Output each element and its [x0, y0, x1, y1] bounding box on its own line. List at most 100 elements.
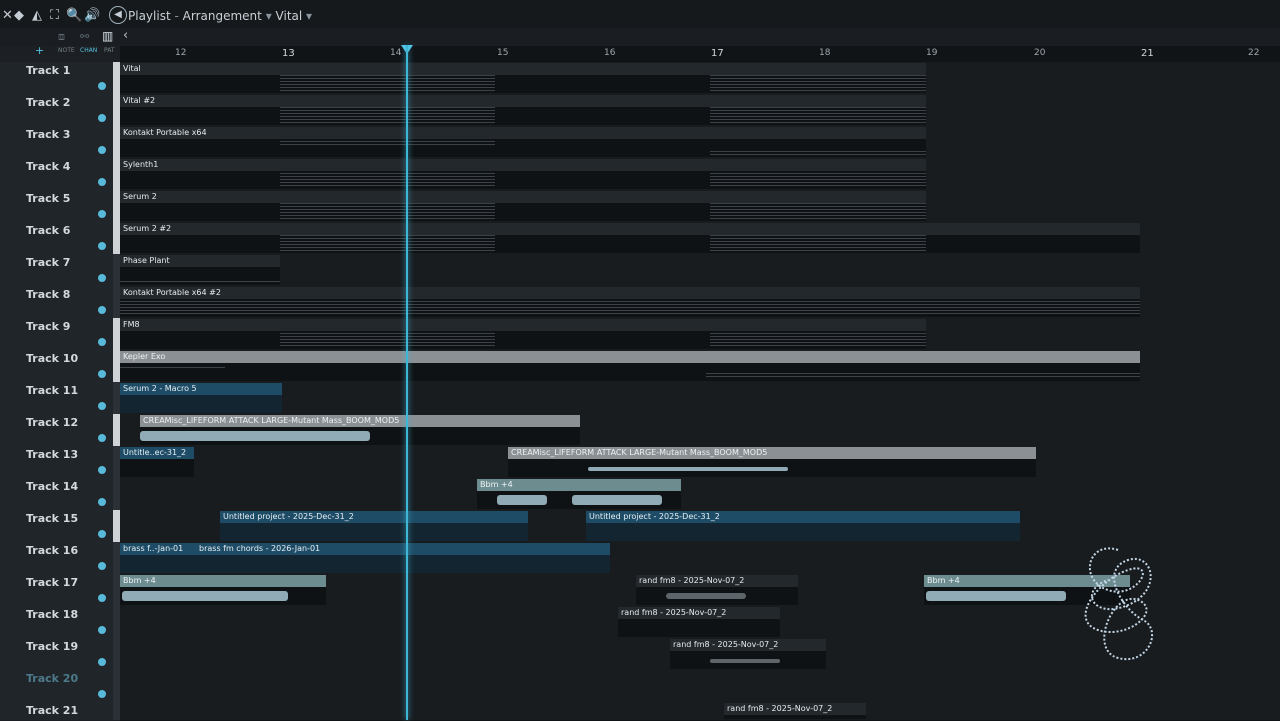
track-grip[interactable]	[113, 382, 120, 414]
track-grip[interactable]	[113, 254, 120, 286]
track-lane[interactable]: Vital #2	[120, 94, 1280, 127]
track-grip[interactable]	[113, 670, 120, 702]
track-lane[interactable]: Serum 2	[120, 190, 1280, 223]
track-mute-led[interactable]	[98, 210, 106, 218]
track-lane[interactable]: Bbm +4	[120, 478, 1280, 511]
audio-clip[interactable]: CREAMisc_LIFEFORM ATTACK LARGE-Mutant Ma…	[140, 415, 580, 445]
automation-clip[interactable]: brass f..-Jan-01	[120, 543, 196, 573]
track-mute-led[interactable]	[98, 562, 106, 570]
track-grip[interactable]	[113, 606, 120, 638]
pattern-clip[interactable]: FM8	[120, 319, 926, 349]
track-grip[interactable]	[113, 574, 120, 606]
track-lane[interactable]: FM8	[120, 318, 1280, 351]
track-grip[interactable]	[113, 62, 120, 94]
audio-clip[interactable]: Untitle..ec-31_2	[120, 447, 194, 477]
track-lane[interactable]: rand fm8 - 2025-Nov-07_2	[120, 702, 1280, 721]
track-lane[interactable]: CREAMisc_LIFEFORM ATTACK LARGE-Mutant Ma…	[120, 414, 1280, 447]
chevron-down-icon[interactable]: ▾	[266, 9, 272, 23]
track-name[interactable]: Track 6	[26, 224, 70, 237]
track-name[interactable]: Track 16	[26, 544, 78, 557]
track-mute-led[interactable]	[98, 338, 106, 346]
detach-icon[interactable]: ◆	[14, 8, 24, 24]
audio-clip[interactable]: rand fm8 - 2025-Nov-07_2	[724, 703, 866, 719]
audio-clip[interactable]: rand fm8 - 2025-Nov-07_2	[636, 575, 798, 605]
track-name[interactable]: Track 14	[26, 480, 78, 493]
pattern-clip[interactable]: Vital #2	[120, 95, 926, 125]
track-mute-led[interactable]	[98, 594, 106, 602]
track-mute-led[interactable]	[98, 434, 106, 442]
close-icon[interactable]: ✕	[2, 8, 13, 24]
track-name[interactable]: Track 12	[26, 416, 78, 429]
track-lane[interactable]: Kontakt Portable x64 #2	[120, 286, 1280, 319]
track-name[interactable]: Track 10	[26, 352, 78, 365]
track-mute-led[interactable]	[98, 402, 106, 410]
audio-clip[interactable]: rand fm8 - 2025-Nov-07_2	[670, 639, 826, 669]
track-grip[interactable]	[113, 222, 120, 254]
audio-clip[interactable]: Bbm +4	[477, 479, 681, 509]
track-mute-led[interactable]	[98, 530, 106, 538]
pattern-clip[interactable]: Sylenth1	[120, 159, 926, 189]
track-lane[interactable]: Kontakt Portable x64	[120, 126, 1280, 159]
track-name[interactable]: Track 5	[26, 192, 70, 205]
audio-clip[interactable]: rand fm8 - 2025-Nov-07_2	[618, 607, 780, 637]
track-grip[interactable]	[113, 94, 120, 126]
track-mute-led[interactable]	[98, 82, 106, 90]
pattern-clip[interactable]: Serum 2 #2	[120, 223, 1140, 253]
track-grip[interactable]	[113, 414, 120, 446]
track-name[interactable]: Track 21	[26, 704, 78, 717]
track-name[interactable]: Track 2	[26, 96, 70, 109]
automation-clip[interactable]: Serum 2 - Macro 5	[120, 383, 282, 413]
track-grip[interactable]	[113, 478, 120, 510]
track-lane[interactable]: Kepler Exo	[120, 350, 1280, 383]
track-grip[interactable]	[113, 286, 120, 318]
track-mute-led[interactable]	[98, 658, 106, 666]
track-lane[interactable]: Sylenth1	[120, 158, 1280, 191]
track-grip[interactable]	[113, 702, 120, 720]
track-name[interactable]: Track 3	[26, 128, 70, 141]
pattern-clip[interactable]: Phase Plant	[120, 255, 280, 285]
pattern-clip[interactable]: Kontakt Portable x64 #2	[120, 287, 1140, 317]
add-track-icon[interactable]: +	[35, 44, 44, 57]
track-grip[interactable]	[113, 318, 120, 350]
track-name[interactable]: Track 18	[26, 608, 78, 621]
audio-clip[interactable]: Bbm +4	[120, 575, 326, 605]
track-grip[interactable]	[113, 638, 120, 670]
title-pattern[interactable]: Vital	[276, 9, 303, 23]
track-mute-led[interactable]	[98, 146, 106, 154]
track-name[interactable]: Track 17	[26, 576, 78, 589]
zoom-icon[interactable]: 🔍	[66, 8, 82, 24]
track-mute-led[interactable]	[98, 370, 106, 378]
arrow-icon[interactable]: ◀	[109, 6, 127, 24]
pattern-clip[interactable]: Kontakt Portable x64	[120, 127, 926, 157]
back-button[interactable]: ‹	[123, 28, 128, 43]
track-mute-led[interactable]	[98, 690, 106, 698]
track-lane[interactable]: Untitle..ec-31_2 CREAMisc_LIFEFORM ATTAC…	[120, 446, 1280, 479]
track-name[interactable]: Track 1	[26, 64, 70, 77]
track-lane[interactable]: Serum 2 - Macro 5	[120, 382, 1280, 415]
window-title[interactable]: Playlist - Arrangement ▾ Vital ▾	[128, 9, 312, 23]
track-grip[interactable]	[113, 350, 120, 382]
piano-icon[interactable]: ▥	[102, 29, 113, 43]
track-mute-led[interactable]	[98, 498, 106, 506]
track-mute-led[interactable]	[98, 306, 106, 314]
link-icon[interactable]: ⚯	[80, 30, 89, 43]
mini-label-chan[interactable]: CHAN	[80, 47, 97, 54]
stamp-icon[interactable]: ⧈	[58, 30, 65, 44]
automation-clip[interactable]: Untitled project - 2025-Dec-31_2	[220, 511, 528, 541]
track-name[interactable]: Track 9	[26, 320, 70, 333]
track-grip[interactable]	[113, 190, 120, 222]
pattern-clip[interactable]: Vital	[120, 63, 926, 93]
snap-icon[interactable]: ◭	[32, 8, 42, 24]
pattern-clip[interactable]: Serum 2	[120, 191, 926, 221]
track-mute-led[interactable]	[98, 466, 106, 474]
speaker-icon[interactable]: 🔊	[84, 8, 100, 24]
mini-label-pat[interactable]: PAT	[104, 47, 115, 54]
pattern-clip[interactable]: Kepler Exo	[120, 351, 1140, 381]
track-name[interactable]: Track 8	[26, 288, 70, 301]
track-name[interactable]: Track 19	[26, 640, 78, 653]
track-grip[interactable]	[113, 126, 120, 158]
track-name[interactable]: Track 20	[26, 672, 78, 685]
track-lane[interactable]: Vital	[120, 62, 1280, 95]
playhead-line[interactable]	[406, 45, 408, 720]
track-mute-led[interactable]	[98, 178, 106, 186]
